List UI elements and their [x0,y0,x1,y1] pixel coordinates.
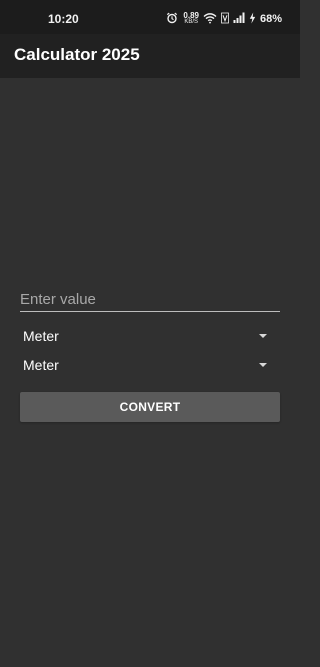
volte-icon [221,12,229,27]
dropdown-arrow-icon [259,363,267,367]
network-speed: 0.89 KB/S [183,12,199,26]
status-bar: 10:20 0.89 KB/S 68% [0,0,300,34]
from-unit-value: Meter [23,328,59,344]
wifi-icon [203,12,217,27]
from-unit-dropdown[interactable]: Meter [20,324,280,348]
convert-button[interactable]: CONVERT [20,392,280,422]
status-icons: 0.89 KB/S 68% [166,11,282,27]
charging-icon [249,12,256,27]
status-time: 10:20 [48,12,79,26]
to-unit-dropdown[interactable]: Meter [20,353,280,377]
app-title: Calculator 2025 [14,45,140,64]
network-speed-unit: KB/S [184,19,199,25]
network-speed-value: 0.89 [183,11,199,20]
to-unit-value: Meter [23,357,59,373]
alarm-icon [166,12,178,27]
battery-percent: 68% [259,13,282,25]
value-input[interactable] [20,287,280,312]
dropdown-arrow-icon [259,334,267,338]
signal-icon [233,12,245,26]
app-bar: Calculator 2025 [0,34,300,78]
